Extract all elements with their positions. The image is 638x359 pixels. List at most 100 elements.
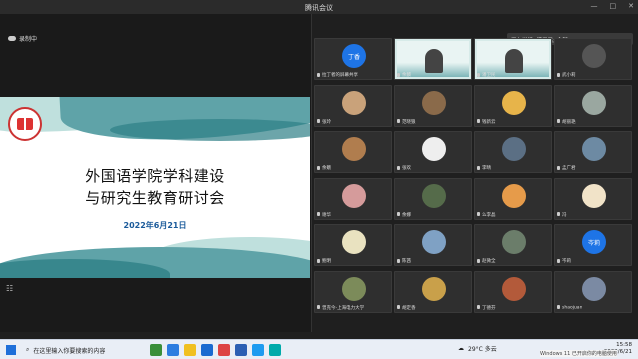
university-logo (8, 107, 42, 141)
close-icon[interactable]: ✕ (628, 2, 634, 10)
participant-tile[interactable]: 胡定香 (394, 270, 472, 313)
participant-name-text: 曾克今-上海电力大学 (322, 305, 365, 311)
participant-tile[interactable]: 余麟 (394, 38, 472, 80)
store-icon[interactable] (201, 344, 213, 356)
mic-icon (557, 258, 560, 263)
mic-icon (397, 258, 400, 263)
participant-tile[interactable]: 鲍明 (314, 224, 392, 266)
folder-icon[interactable] (184, 344, 196, 356)
clock-time: 15:58 (616, 342, 632, 348)
participant-tile[interactable]: 钱新云 (474, 84, 552, 127)
meeting-app-icon[interactable] (252, 344, 264, 356)
mic-icon (557, 305, 560, 309)
participant-tile[interactable]: 曾克今-上海电力大学 (314, 270, 392, 313)
avatar (582, 90, 606, 115)
participant-tile[interactable]: 冯 (554, 177, 632, 220)
app-icon-1[interactable] (150, 344, 162, 356)
activation-notice: Windows 11 已开启你的电脑使用 (540, 350, 617, 357)
participant-tile[interactable]: 张欢 (394, 131, 472, 173)
mic-icon (397, 305, 400, 309)
participant-name: 张欢 (397, 165, 411, 171)
avatar (342, 183, 366, 208)
participant-name: 范晓狼 (397, 119, 416, 125)
window-title: 腾讯会议 (305, 4, 333, 12)
app-icon-2[interactable] (167, 344, 179, 356)
avatar (502, 137, 526, 161)
participant-name: 岑莉 (557, 258, 571, 264)
mic-icon (397, 212, 400, 216)
participant-tile[interactable]: 么李晶 (474, 177, 552, 220)
participant-tile[interactable]: 潘卫民 (474, 38, 552, 80)
mic-icon (317, 212, 320, 216)
participant-tile[interactable]: 孟广君 (554, 131, 632, 173)
mic-icon (397, 165, 400, 170)
participant-tile[interactable]: 余娜 (394, 177, 472, 220)
avatar (342, 230, 366, 254)
participant-tile[interactable]: 丁香 拉丁者的屏幕共享 (314, 38, 392, 80)
participant-name-text: 冯 (562, 212, 567, 218)
participant-name: shaojuan (557, 305, 582, 311)
avatar (342, 90, 366, 115)
participant-name: 张玲 (317, 119, 331, 125)
minimize-icon[interactable]: — (591, 2, 598, 10)
recording-label: 录制中 (19, 36, 38, 43)
participant-name: 曾克今-上海电力大学 (317, 305, 364, 311)
avatar (422, 183, 446, 208)
maximize-icon[interactable]: □ (610, 2, 617, 10)
windows-start-icon[interactable] (6, 345, 16, 355)
participant-name: 拉丁者的屏幕共享 (317, 72, 358, 78)
shared-screen-stage: 录制中 外国语学院学科建设 与研究生教育研讨会 2022年6月21日 ☷ (0, 14, 311, 332)
participant-tile[interactable]: 范晓狼 (394, 84, 472, 127)
mic-icon (317, 72, 320, 77)
participant-tile[interactable]: shaojuan (554, 270, 632, 313)
participant-tile[interactable]: 丁德芬 (474, 270, 552, 313)
participant-name: 潘卫民 (477, 72, 496, 78)
word-icon[interactable] (235, 344, 247, 356)
avatar (422, 276, 446, 301)
avatar (342, 276, 366, 301)
participant-video (505, 49, 523, 73)
participant-name-text: 余麟 (402, 73, 411, 78)
weather-widget[interactable]: ☁ 29°C 多云 (458, 344, 497, 353)
avatar (582, 137, 606, 161)
participant-name-text: 拉丁者的屏幕共享 (322, 73, 358, 78)
participant-tile[interactable]: 李晴 (474, 131, 552, 173)
participant-tile[interactable]: 余娥 (314, 131, 392, 173)
participant-tile[interactable]: 陈茜 (394, 224, 472, 266)
participant-tile[interactable]: 赵微全 (474, 224, 552, 266)
participant-name: 余麟 (397, 72, 411, 78)
participant-tile[interactable]: 胡丽艳 (554, 84, 632, 127)
participant-name-text: 余娜 (402, 212, 411, 218)
participant-tile[interactable]: 岑莉 岑莉 (554, 224, 632, 266)
taskbar-search[interactable]: ⌕ 在这里输入你要搜索的内容 (26, 343, 146, 357)
participant-name: 赵微全 (477, 258, 496, 264)
participant-tile[interactable]: 武小莉 (554, 38, 632, 80)
participant-name: 陈茜 (397, 258, 411, 264)
mic-icon (317, 165, 320, 170)
participant-name: 胡定香 (397, 305, 416, 311)
recording-indicator[interactable]: 录制中 (8, 34, 37, 43)
participant-name: 丁德芬 (477, 305, 496, 311)
mic-icon (317, 258, 320, 263)
avatar (582, 183, 606, 208)
app-icon-4[interactable] (269, 344, 281, 356)
participant-name: 鲍明 (317, 258, 331, 264)
presentation-slide: 外国语学院学科建设 与研究生教育研讨会 2022年6月21日 (0, 97, 310, 278)
participant-name: 冯 (557, 212, 567, 218)
mic-icon (477, 72, 480, 77)
avatar (502, 276, 526, 301)
mic-icon (477, 258, 480, 263)
mic-icon (397, 72, 400, 77)
cloud-icon (8, 36, 16, 41)
weather-text: 29°C 多云 (468, 346, 497, 353)
participant-name-text: 武小莉 (562, 73, 576, 78)
mic-icon (397, 119, 400, 123)
avatar (582, 44, 606, 68)
participant-tile[interactable]: 张玲 (314, 84, 392, 127)
layout-grid-icon[interactable]: ☷ (6, 284, 13, 293)
participant-name: 孟广君 (557, 165, 576, 171)
app-icon-3[interactable] (218, 344, 230, 356)
participant-grid: 丁香 拉丁者的屏幕共享余麟 潘卫民 武小莉张玲 范晓狼 钱新云胡丽艳余娥 张欢 李晴 孟广君谢华… (314, 38, 636, 324)
participant-tile[interactable]: 谢华 (314, 177, 392, 220)
participant-name-text: 胡丽艳 (562, 119, 576, 125)
